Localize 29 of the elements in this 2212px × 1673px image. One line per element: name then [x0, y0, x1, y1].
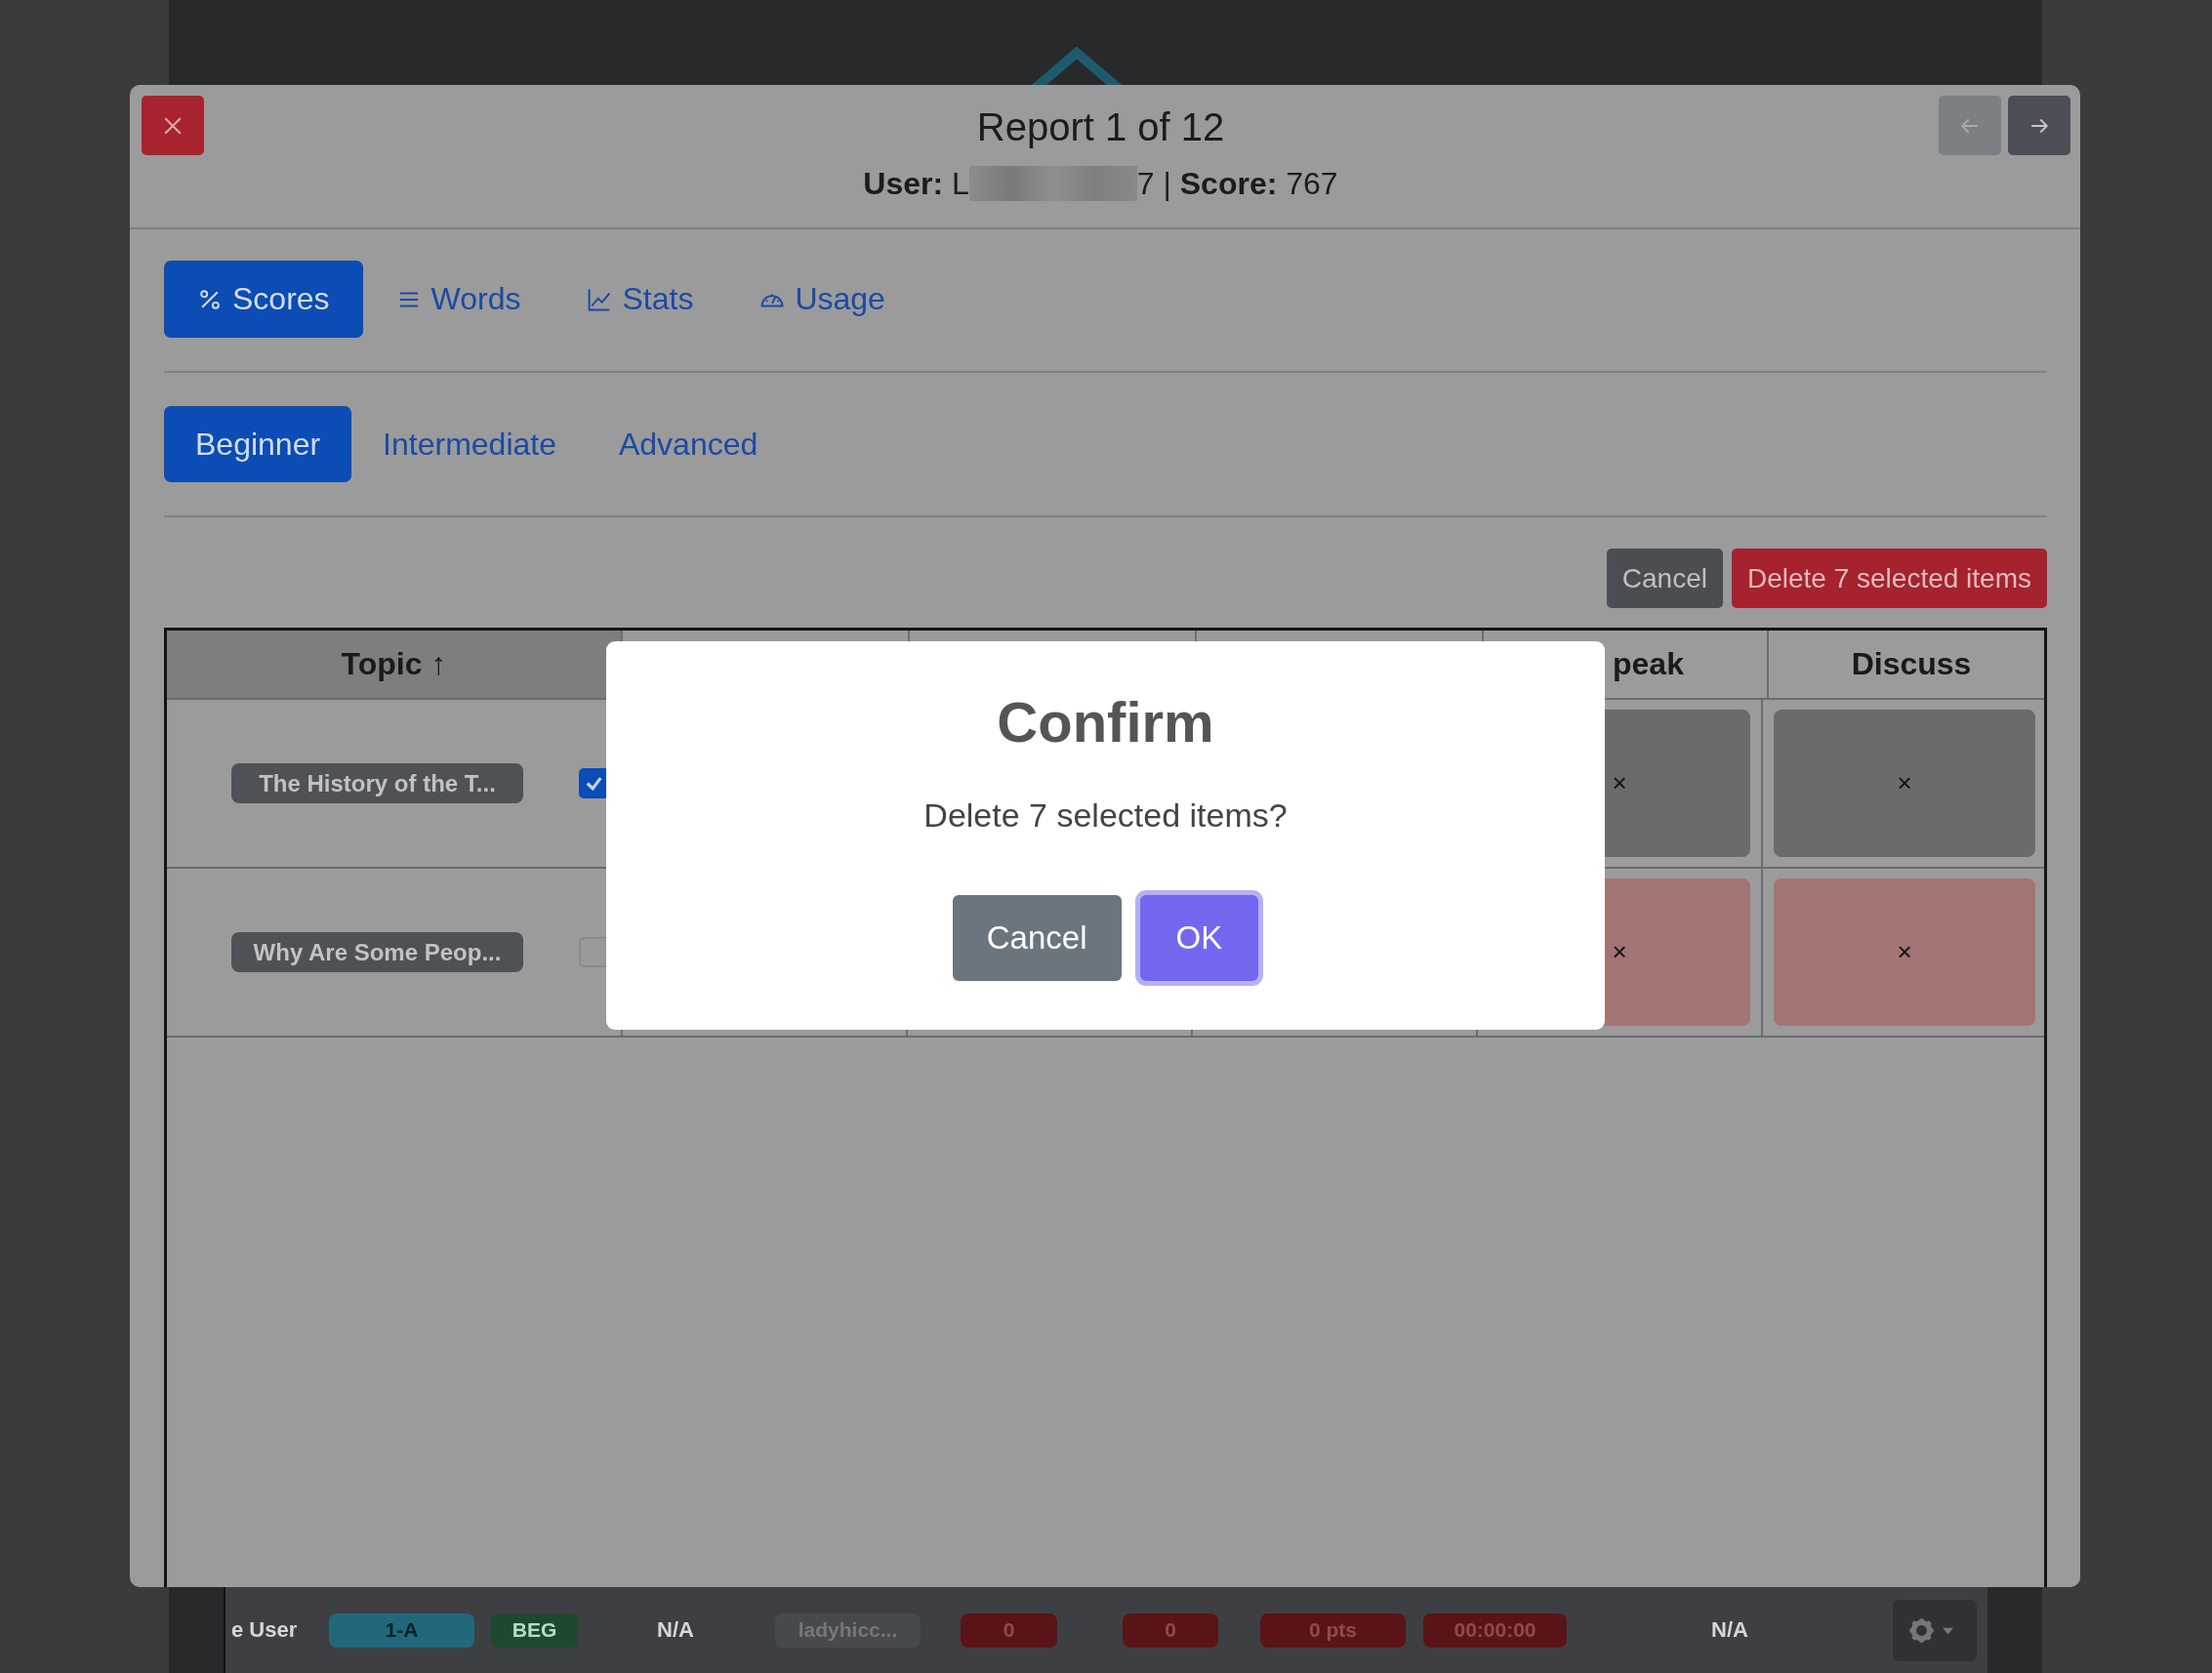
- status-badge: BEG: [491, 1612, 578, 1648]
- level-tab[interactable]: Beginner: [164, 406, 352, 482]
- user-label: User: L: [863, 165, 969, 202]
- confirm-message: Delete 7 selected items?: [923, 796, 1288, 835]
- score-cell: ×: [1774, 878, 2035, 1026]
- delete-button[interactable]: Delete 7 selected items: [1731, 549, 2047, 608]
- topic-badge: The History of the T...: [231, 763, 523, 803]
- report-title: Report 1 of 12: [976, 104, 1225, 149]
- score-cell: ×: [1774, 710, 2035, 857]
- confirm-title: Confirm: [997, 690, 1214, 755]
- tab[interactable]: Words: [362, 261, 554, 338]
- tab[interactable]: Scores: [164, 261, 363, 338]
- column-header[interactable]: Discuss: [1767, 631, 2054, 698]
- cancel-button[interactable]: Cancel: [952, 895, 1122, 981]
- next-button[interactable]: [2008, 96, 2070, 155]
- score-label: 7 | Score: 767: [1136, 165, 1338, 202]
- tab[interactable]: Usage: [726, 261, 919, 338]
- cancel-button[interactable]: Cancel: [1606, 549, 1723, 608]
- table-cell-text: e User: [231, 1617, 299, 1643]
- level-tab[interactable]: Advanced: [587, 406, 790, 482]
- close-button[interactable]: [142, 96, 204, 155]
- settings-dropdown-button[interactable]: [1893, 1599, 1977, 1661]
- level-tab[interactable]: Intermediate: [351, 406, 588, 482]
- topic-badge: Why Are Some Peop...: [231, 932, 523, 972]
- column-header[interactable]: Topic ↑: [167, 631, 621, 698]
- table-cell-text: N/A: [1710, 1617, 1749, 1643]
- tab[interactable]: Stats: [553, 261, 727, 338]
- status-badge: 1-A: [329, 1612, 474, 1648]
- table-cell-text: N/A: [656, 1617, 695, 1643]
